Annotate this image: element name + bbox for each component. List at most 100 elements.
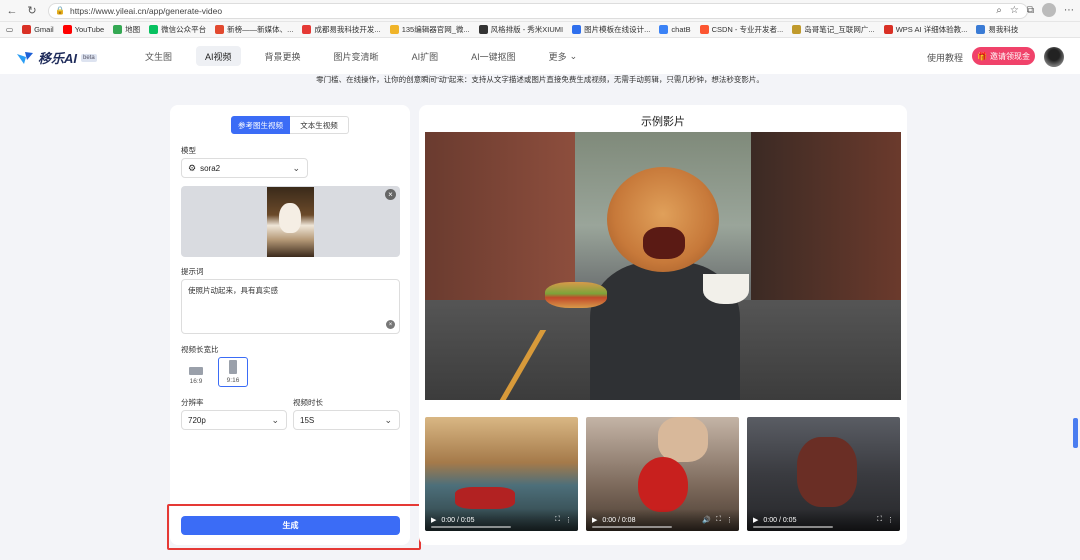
nav-item-label: AI一键抠图	[471, 51, 516, 62]
bookmark-item[interactable]: 地图	[113, 24, 140, 35]
bookmark-item[interactable]: WPS AI 详细体验教...	[883, 24, 968, 35]
url-field[interactable]: 🔒 https://www.yileai.cn/app/generate-vid…	[48, 2, 1028, 19]
video-progress[interactable]	[592, 526, 672, 528]
bookmark-favicon-icon	[302, 25, 312, 34]
favorite-star-icon[interactable]: ☆	[1010, 5, 1019, 16]
nav-item-0[interactable]: 文生图	[136, 46, 181, 66]
resolution-select[interactable]: 720p ⌄	[181, 410, 287, 430]
example-video-2[interactable]: ▶ 0:00 / 0:08 🔊 ⛶ ⋮	[586, 417, 739, 531]
ratio-option-9-16[interactable]: 9:16	[218, 357, 248, 387]
nav-item-label: AI视频	[205, 51, 232, 62]
bookmark-favicon-icon	[792, 25, 802, 34]
more-options-icon[interactable]: ⋮	[565, 516, 572, 524]
profile-avatar[interactable]	[1042, 3, 1056, 17]
bookmark-item[interactable]: 岛哥笔记_互联网广...	[792, 24, 875, 35]
landscape-ratio-icon	[189, 367, 203, 375]
tab-image-to-video[interactable]: 参考图生视频	[231, 116, 290, 134]
main-example-video[interactable]	[425, 132, 901, 400]
tutorial-link[interactable]: 使用教程	[927, 51, 963, 64]
nav-item-4[interactable]: AI扩图	[403, 46, 448, 66]
reload-icon[interactable]: ↻	[24, 3, 40, 19]
reference-image-upload[interactable]: ×	[181, 186, 400, 257]
bookmark-item[interactable]: 风格排版 - 秀米XIUMI	[478, 24, 563, 35]
volume-icon[interactable]: 🔊	[702, 516, 711, 524]
nav-item-2[interactable]: 背景更换	[256, 46, 310, 66]
bookmark-favicon-icon	[62, 25, 72, 34]
resolution-label: 分辨率	[181, 398, 204, 407]
user-avatar[interactable]	[1044, 47, 1064, 67]
example-video-1[interactable]: ▶ 0:00 / 0:05 ⛶ ⋮	[425, 417, 578, 531]
play-icon[interactable]: ▶	[753, 516, 758, 524]
nav-item-1[interactable]: AI视频	[196, 46, 241, 66]
duration-label: 视频时长	[293, 398, 323, 407]
fullscreen-icon[interactable]: ⛶	[555, 516, 560, 524]
duration-select[interactable]: 15S ⌄	[293, 410, 400, 430]
play-icon[interactable]: ▶	[431, 516, 436, 524]
logo-text: 移乐AI	[38, 51, 78, 66]
zoom-icon[interactable]: ⌕	[996, 5, 1002, 16]
more-options-icon[interactable]: ⋮	[887, 516, 894, 524]
more-options-icon[interactable]: ⋮	[726, 516, 733, 524]
logo-mark-icon	[16, 51, 34, 65]
bookmark-item[interactable]: 成都易我科技开发...	[302, 24, 381, 35]
nav-item-label: 更多	[548, 51, 567, 62]
video-progress[interactable]	[431, 526, 511, 528]
bookmark-label: CSDN - 专业开发者...	[711, 25, 784, 34]
nav-item-label: 背景更换	[264, 51, 301, 62]
reading-list-icon[interactable]: ▭	[6, 25, 13, 34]
bookmark-label: 岛哥笔记_互联网广...	[804, 25, 875, 34]
tab-text-to-video[interactable]: 文本生视频	[290, 116, 349, 134]
bookmark-item[interactable]: 易我科技	[976, 24, 1018, 35]
more-menu-icon[interactable]: ⋯	[1064, 5, 1074, 16]
clear-prompt-icon[interactable]: ×	[386, 320, 395, 329]
bookmark-label: Gmail	[34, 25, 54, 34]
generate-button[interactable]: 生成	[181, 516, 400, 535]
bookmark-favicon-icon	[215, 25, 225, 34]
ratio-label: 视频长宽比	[181, 345, 219, 354]
ratio-option-16-9[interactable]: 16:9	[181, 357, 211, 387]
page-tagline: 零门槛、在线操作，让你的创意瞬间"动"起来：支持从文字描述或图片直接免费生成视频…	[316, 75, 764, 84]
bookmark-item[interactable]: 135编辑器官网_微...	[389, 24, 470, 35]
chevron-down-icon: ⌄	[384, 415, 392, 425]
hand-image	[658, 417, 708, 462]
bookmark-item[interactable]: YouTube	[62, 25, 104, 34]
bookmark-favicon-icon	[572, 25, 582, 34]
fullscreen-icon[interactable]: ⛶	[877, 516, 882, 524]
collections-icon[interactable]: ⧉	[1027, 5, 1034, 16]
back-icon[interactable]: ←	[4, 3, 20, 19]
bookmark-label: 135编辑器官网_微...	[401, 25, 470, 34]
nav-item-3[interactable]: 图片变清晰	[325, 46, 388, 66]
bookmark-label: WPS AI 详细体验教...	[895, 25, 968, 34]
prompt-input[interactable]: 使照片动起来，具有真实感 ×	[181, 279, 400, 334]
examples-panel: 示例影片 ▶ 0:00 / 0:05 ⛶ ⋮ ▶ 0:00 / 0:08 🔊 ⛶	[419, 105, 907, 545]
model-select[interactable]: ⚙ sora2 ⌄	[181, 158, 308, 178]
bookmark-item[interactable]: 图片模板在线设计...	[572, 24, 650, 35]
remove-image-icon[interactable]: ×	[385, 189, 396, 200]
gift-icon: 🎁	[977, 51, 987, 61]
model-label: 模型	[181, 146, 196, 155]
bookmark-item[interactable]: Gmail	[22, 25, 54, 34]
example-video-3[interactable]: ▶ 0:00 / 0:05 ⛶ ⋮	[747, 417, 900, 531]
site-logo[interactable]: 移乐AI beta	[16, 48, 97, 67]
invite-cash-button[interactable]: 🎁 邀请领现金	[972, 47, 1035, 65]
nav-item-label: 图片变清晰	[333, 51, 379, 62]
nav-item-label: 文生图	[145, 51, 173, 62]
bookmark-item[interactable]: 新榜——新媒体、...	[215, 24, 293, 35]
bookmark-favicon-icon	[113, 25, 123, 34]
nav-item-5[interactable]: AI一键抠图	[462, 46, 525, 66]
prompt-label: 提示词	[181, 267, 204, 276]
bookmark-label: 图片模板在线设计...	[584, 25, 651, 34]
nav-item-6[interactable]: 更多 ⌄	[540, 46, 587, 66]
bookmark-item[interactable]: chatB	[659, 25, 691, 34]
fullscreen-icon[interactable]: ⛶	[716, 516, 721, 524]
bookmark-label: 地图	[125, 25, 141, 34]
bookmark-favicon-icon	[149, 25, 159, 34]
bookmark-label: 微信公众平台	[161, 25, 207, 34]
bookmark-label: 易我科技	[988, 25, 1019, 34]
bookmark-item[interactable]: CSDN - 专业开发者...	[699, 24, 784, 35]
scrollbar-thumb[interactable]	[1073, 418, 1078, 448]
cat-image	[279, 203, 301, 233]
bookmark-item[interactable]: 微信公众平台	[149, 24, 206, 35]
video-progress[interactable]	[753, 526, 833, 528]
play-icon[interactable]: ▶	[592, 516, 597, 524]
